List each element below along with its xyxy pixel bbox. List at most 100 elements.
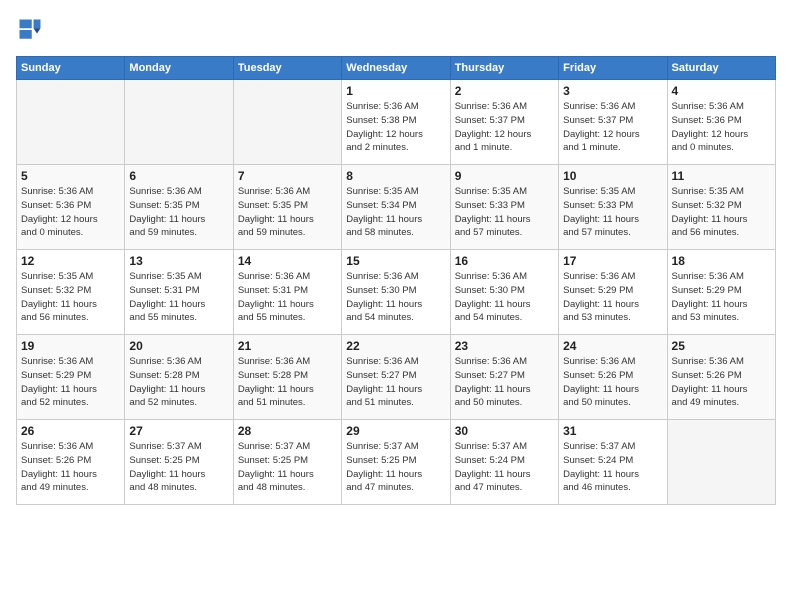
day-info: Sunrise: 5:37 AMSunset: 5:24 PMDaylight:… — [455, 440, 554, 495]
weekday-header-tuesday: Tuesday — [233, 57, 341, 80]
day-number: 17 — [563, 254, 662, 268]
calendar-cell — [17, 80, 125, 165]
calendar-cell: 23 Sunrise: 5:36 AMSunset: 5:27 PMDayligh… — [450, 335, 558, 420]
calendar-cell: 6 Sunrise: 5:36 AMSunset: 5:35 PMDaylight… — [125, 165, 233, 250]
day-info: Sunrise: 5:36 AMSunset: 5:30 PMDaylight:… — [346, 270, 445, 325]
day-info: Sunrise: 5:36 AMSunset: 5:28 PMDaylight:… — [238, 355, 337, 410]
calendar-cell: 14 Sunrise: 5:36 AMSunset: 5:31 PMDayligh… — [233, 250, 341, 335]
day-number: 14 — [238, 254, 337, 268]
calendar-cell: 25 Sunrise: 5:36 AMSunset: 5:26 PMDayligh… — [667, 335, 775, 420]
day-number: 4 — [672, 84, 771, 98]
day-number: 2 — [455, 84, 554, 98]
day-info: Sunrise: 5:36 AMSunset: 5:26 PMDaylight:… — [21, 440, 120, 495]
weekday-header-sunday: Sunday — [17, 57, 125, 80]
day-number: 28 — [238, 424, 337, 438]
day-info: Sunrise: 5:36 AMSunset: 5:29 PMDaylight:… — [21, 355, 120, 410]
day-number: 29 — [346, 424, 445, 438]
day-info: Sunrise: 5:35 AMSunset: 5:34 PMDaylight:… — [346, 185, 445, 240]
day-number: 30 — [455, 424, 554, 438]
calendar-cell: 13 Sunrise: 5:35 AMSunset: 5:31 PMDayligh… — [125, 250, 233, 335]
calendar-cell — [233, 80, 341, 165]
calendar-cell: 18 Sunrise: 5:36 AMSunset: 5:29 PMDayligh… — [667, 250, 775, 335]
day-number: 31 — [563, 424, 662, 438]
calendar-cell: 26 Sunrise: 5:36 AMSunset: 5:26 PMDayligh… — [17, 420, 125, 505]
calendar-cell: 10Sunrise: 5:35 AMSunset: 5:33 PMDayligh… — [559, 165, 667, 250]
weekday-header-wednesday: Wednesday — [342, 57, 450, 80]
day-number: 12 — [21, 254, 120, 268]
calendar-cell: 29 Sunrise: 5:37 AMSunset: 5:25 PMDayligh… — [342, 420, 450, 505]
day-number: 20 — [129, 339, 228, 353]
day-number: 15 — [346, 254, 445, 268]
calendar-cell: 22Sunrise: 5:36 AMSunset: 5:27 PMDayligh… — [342, 335, 450, 420]
day-number: 6 — [129, 169, 228, 183]
day-info: Sunrise: 5:36 AMSunset: 5:35 PMDaylight:… — [129, 185, 228, 240]
day-number: 26 — [21, 424, 120, 438]
day-info: Sunrise: 5:36 AMSunset: 5:31 PMDaylight:… — [238, 270, 337, 325]
day-number: 13 — [129, 254, 228, 268]
day-info: Sunrise: 5:36 AMSunset: 5:35 PMDaylight:… — [238, 185, 337, 240]
day-number: 11 — [672, 169, 771, 183]
day-number: 8 — [346, 169, 445, 183]
day-number: 19 — [21, 339, 120, 353]
calendar-table: SundayMondayTuesdayWednesdayThursdayFrid… — [16, 56, 776, 505]
day-number: 18 — [672, 254, 771, 268]
weekday-header-row: SundayMondayTuesdayWednesdayThursdayFrid… — [17, 57, 776, 80]
weekday-header-friday: Friday — [559, 57, 667, 80]
calendar-cell: 28 Sunrise: 5:37 AMSunset: 5:25 PMDayligh… — [233, 420, 341, 505]
day-info: Sunrise: 5:36 AMSunset: 5:26 PMDaylight:… — [563, 355, 662, 410]
day-number: 1 — [346, 84, 445, 98]
day-info: Sunrise: 5:36 AMSunset: 5:27 PMDaylight:… — [455, 355, 554, 410]
calendar-cell: 17 Sunrise: 5:36 AMSunset: 5:29 PMDayligh… — [559, 250, 667, 335]
day-info: Sunrise: 5:36 AMSunset: 5:36 PMDaylight:… — [672, 100, 771, 155]
day-info: Sunrise: 5:36 AMSunset: 5:26 PMDaylight:… — [672, 355, 771, 410]
logo-icon — [16, 16, 44, 44]
day-number: 16 — [455, 254, 554, 268]
weekday-header-monday: Monday — [125, 57, 233, 80]
calendar-cell: 21 Sunrise: 5:36 AMSunset: 5:28 PMDayligh… — [233, 335, 341, 420]
calendar-cell: 15 Sunrise: 5:36 AMSunset: 5:30 PMDayligh… — [342, 250, 450, 335]
day-number: 21 — [238, 339, 337, 353]
calendar-cell: 5Sunrise: 5:36 AMSunset: 5:36 PMDaylight… — [17, 165, 125, 250]
day-info: Sunrise: 5:36 AMSunset: 5:37 PMDaylight:… — [455, 100, 554, 155]
day-info: Sunrise: 5:35 AMSunset: 5:33 PMDaylight:… — [455, 185, 554, 240]
calendar-cell: 3 Sunrise: 5:36 AMSunset: 5:37 PMDaylight… — [559, 80, 667, 165]
day-info: Sunrise: 5:37 AMSunset: 5:25 PMDaylight:… — [238, 440, 337, 495]
calendar-cell: 24 Sunrise: 5:36 AMSunset: 5:26 PMDayligh… — [559, 335, 667, 420]
calendar-cell: 16 Sunrise: 5:36 AMSunset: 5:30 PMDayligh… — [450, 250, 558, 335]
calendar-cell: 1Sunrise: 5:36 AMSunset: 5:38 PMDaylight… — [342, 80, 450, 165]
calendar-cell: 8 Sunrise: 5:35 AMSunset: 5:34 PMDaylight… — [342, 165, 450, 250]
day-info: Sunrise: 5:36 AMSunset: 5:28 PMDaylight:… — [129, 355, 228, 410]
weekday-header-saturday: Saturday — [667, 57, 775, 80]
calendar-cell: 27Sunrise: 5:37 AMSunset: 5:25 PMDayligh… — [125, 420, 233, 505]
day-number: 3 — [563, 84, 662, 98]
week-row-3: 12 Sunrise: 5:35 AMSunset: 5:32 PMDayligh… — [17, 250, 776, 335]
day-info: Sunrise: 5:36 AMSunset: 5:30 PMDaylight:… — [455, 270, 554, 325]
day-number: 23 — [455, 339, 554, 353]
day-info: Sunrise: 5:36 AMSunset: 5:36 PMDaylight:… — [21, 185, 120, 240]
calendar-cell — [125, 80, 233, 165]
weekday-header-thursday: Thursday — [450, 57, 558, 80]
page-header — [16, 16, 776, 44]
day-info: Sunrise: 5:35 AMSunset: 5:32 PMDaylight:… — [21, 270, 120, 325]
day-info: Sunrise: 5:36 AMSunset: 5:27 PMDaylight:… — [346, 355, 445, 410]
calendar-cell: 31Sunrise: 5:37 AMSunset: 5:24 PMDayligh… — [559, 420, 667, 505]
day-info: Sunrise: 5:35 AMSunset: 5:31 PMDaylight:… — [129, 270, 228, 325]
calendar-cell — [667, 420, 775, 505]
day-number: 25 — [672, 339, 771, 353]
calendar-cell: 30 Sunrise: 5:37 AMSunset: 5:24 PMDayligh… — [450, 420, 558, 505]
calendar-cell: 19 Sunrise: 5:36 AMSunset: 5:29 PMDayligh… — [17, 335, 125, 420]
week-row-4: 19 Sunrise: 5:36 AMSunset: 5:29 PMDayligh… — [17, 335, 776, 420]
day-info: Sunrise: 5:36 AMSunset: 5:37 PMDaylight:… — [563, 100, 662, 155]
day-number: 7 — [238, 169, 337, 183]
calendar-cell: 11Sunrise: 5:35 AMSunset: 5:32 PMDayligh… — [667, 165, 775, 250]
day-info: Sunrise: 5:35 AMSunset: 5:33 PMDaylight:… — [563, 185, 662, 240]
calendar-cell: 4 Sunrise: 5:36 AMSunset: 5:36 PMDaylight… — [667, 80, 775, 165]
calendar-cell: 12 Sunrise: 5:35 AMSunset: 5:32 PMDayligh… — [17, 250, 125, 335]
day-number: 27 — [129, 424, 228, 438]
day-info: Sunrise: 5:36 AMSunset: 5:29 PMDaylight:… — [563, 270, 662, 325]
day-info: Sunrise: 5:36 AMSunset: 5:29 PMDaylight:… — [672, 270, 771, 325]
day-info: Sunrise: 5:37 AMSunset: 5:25 PMDaylight:… — [346, 440, 445, 495]
day-number: 24 — [563, 339, 662, 353]
logo — [16, 16, 48, 44]
week-row-5: 26 Sunrise: 5:36 AMSunset: 5:26 PMDayligh… — [17, 420, 776, 505]
